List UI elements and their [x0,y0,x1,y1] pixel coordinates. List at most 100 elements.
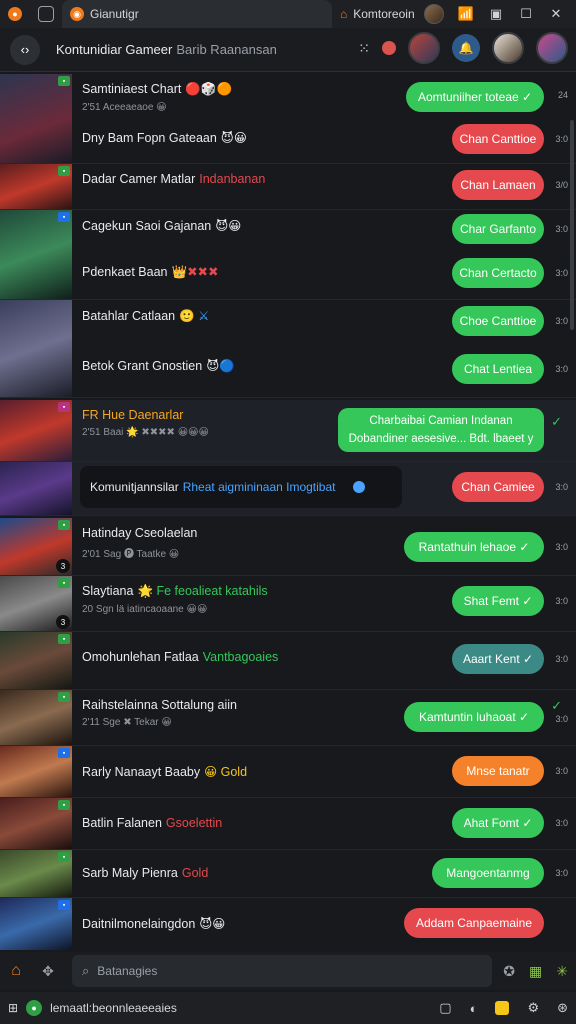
menu-button[interactable]: ‹› [10,34,40,65]
status-badge: ▪ [58,800,70,810]
avatar [0,462,72,515]
search-icon: ⌕ [82,963,90,978]
chat-action-button[interactable]: Chat Lentiea [452,354,544,384]
status-badge: ▪ [58,634,70,644]
status-bar: ⊞ ● lemaatl:beonnleaeeaies ▢ ◐ ⚙ ⊛ [0,992,576,1024]
app-logo-icon: ● [26,1000,43,1016]
status-badge: ▪ [58,402,70,412]
window-icon[interactable]: ▣ [488,6,504,22]
list-item[interactable]: ▪ 3 Hatinday Cseolaelan 2'01 Sag 🅟 Taatke… [0,518,576,576]
mask-icon[interactable]: ◐ [470,1001,478,1016]
menu-icon[interactable]: ⊞ [8,1001,18,1015]
friend-avatar-3[interactable] [536,32,568,64]
list-item[interactable]: ▪ Batlin Falanen Gsoelettin Ahat Fomt ✓ 3… [0,798,576,850]
chat-action-button[interactable]: Mnse tanatr [452,756,544,786]
search-input[interactable]: ⌕ Batanagies [72,955,492,987]
chat-time: 3:0 [555,818,568,828]
friend-avatar-2[interactable] [492,32,524,64]
chat-action-button[interactable]: Chan Lamaen [452,170,544,200]
search-placeholder: Batanagies [97,964,158,978]
wifi-icon[interactable]: 📶 [458,6,474,22]
chat-time: 3:0 [555,316,568,326]
chat-action-button[interactable]: Chan Canttioe [452,124,544,154]
avatar: ▪ [0,690,72,745]
window-icon[interactable]: ▢ [439,1000,451,1016]
list-item[interactable]: ▪ 3 Slaytiana 🌟 Fe feoalieat katahils 20 S… [0,576,576,632]
list-item[interactable]: Betok Grant Gnostien 😈🔵 Chat Lentiea 3:0 [0,350,576,398]
chat-action-button[interactable]: Chan Camiee [452,472,544,502]
chat-action-button[interactable]: Char Garfanto [452,214,544,244]
list-item[interactable]: ▪ Omohunlehan Fatlaa Vantbagoaies Aaart K… [0,632,576,690]
scrollbar[interactable] [570,120,574,330]
chat-action-button[interactable]: Aomtuniiher toteae ✓ [406,82,544,112]
chat-time: 3:0 [555,482,568,492]
chat-action-button[interactable]: Shat Femt ✓ [452,586,544,616]
list-item[interactable]: Komunitjannsilar Rheat aigmininaan Imogti… [0,462,576,516]
chat-action-button[interactable]: Charbaibai Camian Indanan Dobandiner aes… [338,408,544,452]
list-item[interactable]: ▪ FR Hue Daenarlar 2'51 Baai 🌟 ✖✖✖✖ 😀😀😀 … [0,400,576,462]
sparkle-icon[interactable]: ✳ [556,963,568,980]
chat-action-button[interactable]: Kamtuntin luhaoat ✓ [404,702,544,732]
chat-action-button[interactable]: Mangoentanmg [432,858,544,888]
avatar: ▪ [0,798,72,849]
avatar: ▪ [0,164,72,209]
chat-action-button[interactable]: Chan Certacto [452,258,544,288]
profile-avatar[interactable] [424,4,444,24]
avatar: ▪ [0,746,72,797]
list-item[interactable]: Pdenkaet Baan 👑✖✖✖ Chan Certacto 3:0 [0,256,576,300]
chevron-icon: ‹› [20,42,30,57]
page-subtitle: Barib Raanansan [176,42,277,57]
message-preview[interactable]: Komunitjannsilar Rheat aigmininaan Imogti… [80,466,402,508]
check-icon: ✓ [551,698,562,713]
tab-1-label: Komtoreoin [353,7,415,21]
chat-time: 24 [557,90,568,100]
browser-logo-icon: ● [8,7,22,21]
avatar: ▪ [0,850,72,897]
chat-action-button[interactable]: Ahat Fomt ✓ [452,808,544,838]
network-icon[interactable]: ⊛ [557,1000,568,1016]
tab-0[interactable]: ◉ Gianutigr [62,0,332,28]
avatar: ▪ [0,400,72,461]
maximize-icon[interactable]: ☐ [518,6,534,22]
gamepad-icon[interactable]: ✥ [32,963,64,980]
list-item[interactable]: ▪ Raihstelainna Sottalung aiin 2'11 Sge … [0,690,576,746]
grid-icon[interactable]: ⁙ [358,40,370,57]
list-item[interactable]: Dny Bam Fopn Gateaan 😈😀 Chan Canttioe 3:0 [0,122,576,164]
home-icon[interactable]: ⌂ [0,962,32,980]
app-logo-icon: ◉ [70,7,84,21]
bottom-actions: ✪ ▦ ✳ [503,963,568,980]
friend-avatar-1[interactable] [408,32,440,64]
tab-0-label: Gianutigr [90,7,139,21]
chat-time: 3:0 [555,868,568,878]
avatar-spacer [0,122,72,164]
notification-icon[interactable]: 🔔 [452,34,480,62]
sticker-icon[interactable]: ✪ [503,963,515,980]
settings-icon[interactable]: ⚙ [527,1000,539,1016]
list-item[interactable]: ▪ Sarb Maly Pienra Gold Mangoentanmg 3:0 [0,850,576,898]
list-item[interactable]: ▪ Daitnilmonelaingdon 😈😀 Addam Canpaemain… [0,898,576,950]
chat-action-button[interactable]: Rantathuin lehaoe ✓ [404,532,544,562]
calendar-icon[interactable]: ▦ [529,963,542,980]
list-item[interactable]: ▪ Dadar Camer Matlar Indanbanan Chan Lama… [0,164,576,210]
close-icon[interactable]: ✕ [548,6,564,22]
avatar-spacer [0,256,72,300]
status-badge: ▪ [58,578,70,588]
bottom-bar: ⌂ ✥ ⌕ Batanagies ✪ ▦ ✳ [0,952,576,990]
browser-logo[interactable]: ● [0,0,30,28]
chat-action-button[interactable]: Choe Canttioe [452,306,544,336]
tab-placeholder[interactable] [30,0,62,28]
chat-time: 3:0 [555,654,568,664]
status-text: lemaatl:beonnleaeeaies [50,1001,177,1015]
header-actions: ⁙ 🔔 [358,32,568,64]
tab-1[interactable]: ⌂ Komtoreoin [332,0,423,28]
folder-icon[interactable] [495,1001,510,1015]
home-icon: ⌂ [340,7,348,21]
action-line-2: Dobandiner aesesive... Bdt. lbaeet y [348,433,534,445]
app-window: ● ◉ Gianutigr ⌂ Komtoreoin 📶 ▣ ☐ ✕ ‹› Ko… [0,0,576,1024]
chat-action-button[interactable]: Aaart Kent ✓ [452,644,544,674]
alert-icon[interactable] [382,41,396,55]
chat-action-button[interactable]: Addam Canpaemaine [404,908,544,938]
action-line-1: Charbaibai Camian Indanan [369,415,513,427]
avatar: ▪ 3 [0,576,72,631]
list-item[interactable]: ▪ Rarly Nanaayt Baaby 😀 Gold Mnse tanatr … [0,746,576,798]
